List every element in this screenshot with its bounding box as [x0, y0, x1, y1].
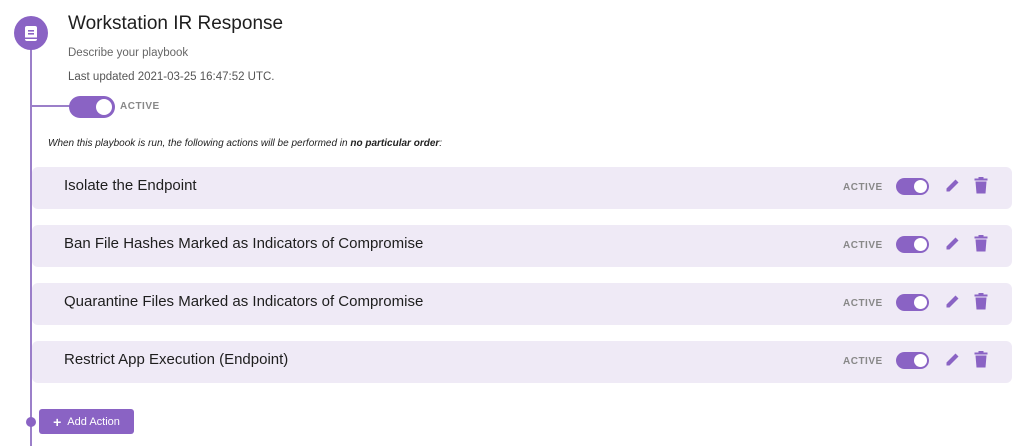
order-note-emphasis: no particular order — [350, 138, 440, 149]
order-note-prefix: When this playbook is run, the following… — [48, 138, 351, 149]
add-action-label: Add Action — [67, 415, 120, 428]
last-updated: Last updated 2021-03-25 16:47:52 UTC. — [68, 71, 275, 83]
trash-icon[interactable] — [974, 351, 988, 368]
playbook-description[interactable]: Describe your playbook — [68, 47, 188, 59]
toggle-knob — [96, 99, 112, 115]
action-status-label: ACTIVE — [843, 356, 883, 367]
pencil-icon[interactable] — [944, 352, 960, 368]
pencil-icon[interactable] — [944, 236, 960, 252]
action-label: Quarantine Files Marked as Indicators of… — [64, 293, 424, 310]
playbook-status-label: ACTIVE — [120, 101, 160, 112]
trash-icon[interactable] — [974, 235, 988, 252]
toggle-knob — [914, 238, 927, 251]
action-status-label: ACTIVE — [843, 298, 883, 309]
toggle-knob — [914, 180, 927, 193]
action-row[interactable]: Isolate the Endpoint ACTIVE — [32, 167, 1012, 209]
action-label: Isolate the Endpoint — [64, 177, 197, 194]
execution-order-note: When this playbook is run, the following… — [48, 138, 442, 149]
playbook-active-toggle[interactable] — [69, 96, 115, 118]
action-active-toggle[interactable] — [896, 178, 929, 195]
action-row[interactable]: Ban File Hashes Marked as Indicators of … — [32, 225, 1012, 267]
pencil-icon[interactable] — [944, 178, 960, 194]
timeline-branch — [30, 105, 72, 107]
book-icon — [14, 16, 48, 50]
action-status-label: ACTIVE — [843, 182, 883, 193]
timeline-dot — [26, 417, 36, 427]
action-label: Restrict App Execution (Endpoint) — [64, 351, 289, 368]
playbook-title: Workstation IR Response — [68, 13, 284, 34]
trash-icon[interactable] — [974, 177, 988, 194]
action-label: Ban File Hashes Marked as Indicators of … — [64, 235, 424, 252]
add-action-button[interactable]: + Add Action — [39, 409, 134, 434]
action-active-toggle[interactable] — [896, 236, 929, 253]
pencil-icon[interactable] — [944, 294, 960, 310]
toggle-knob — [914, 354, 927, 367]
action-row[interactable]: Quarantine Files Marked as Indicators of… — [32, 283, 1012, 325]
action-active-toggle[interactable] — [896, 352, 929, 369]
action-active-toggle[interactable] — [896, 294, 929, 311]
toggle-knob — [914, 296, 927, 309]
action-row[interactable]: Restrict App Execution (Endpoint) ACTIVE — [32, 341, 1012, 383]
action-status-label: ACTIVE — [843, 240, 883, 251]
trash-icon[interactable] — [974, 293, 988, 310]
plus-icon: + — [53, 413, 62, 430]
order-note-suffix: : — [439, 138, 443, 149]
